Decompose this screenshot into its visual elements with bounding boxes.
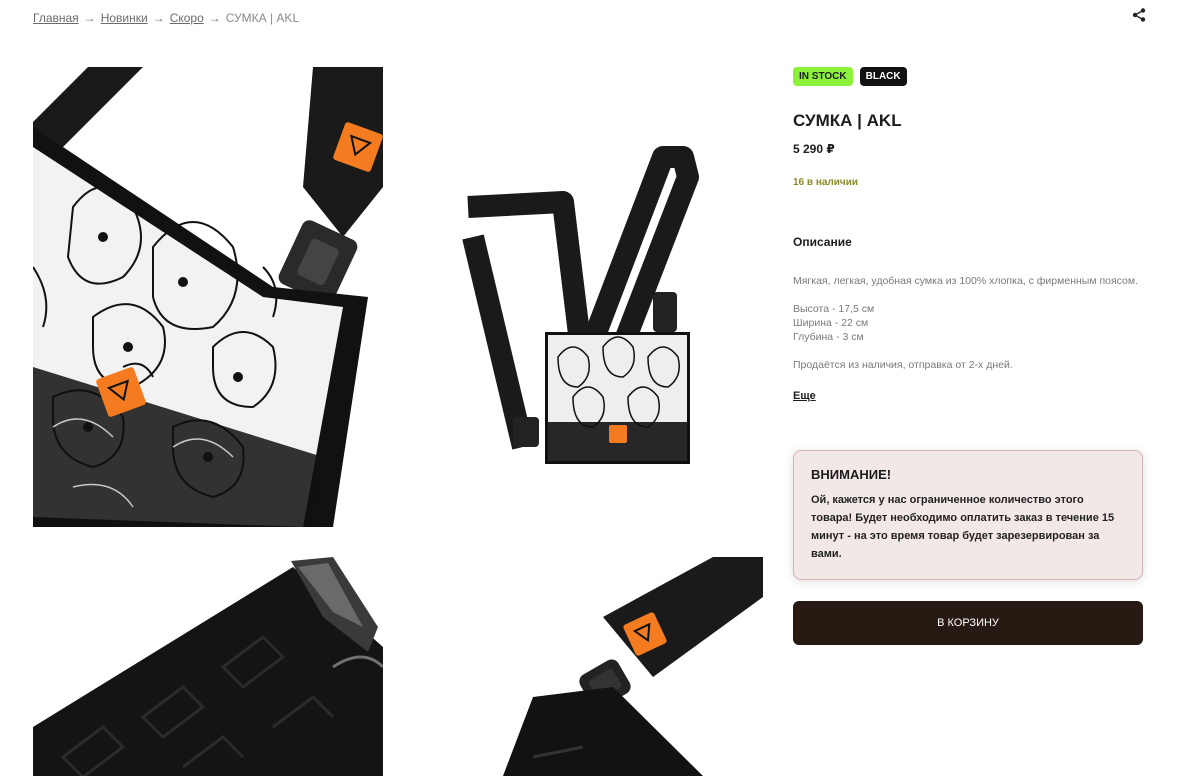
- product-title: СУМКА | AKL: [793, 111, 902, 130]
- description-heading: Описание: [793, 235, 852, 249]
- product-photo-back[interactable]: [413, 557, 763, 776]
- product-photo-front[interactable]: [33, 67, 383, 527]
- breadcrumb-current: СУМКА | AKL: [225, 11, 300, 25]
- product-info: IN STOCK BLACK СУМКА | AKL 5 290 ₽ 16 в …: [793, 67, 1143, 404]
- add-to-cart-button[interactable]: В КОРЗИНУ: [793, 601, 1143, 645]
- breadcrumb-separator: →: [83, 11, 96, 25]
- description-text: Мягкая, легкая, удобная сумка из 100% хл…: [793, 274, 1143, 372]
- alert-title: ВНИМАНИЕ!: [811, 467, 892, 482]
- breadcrumb-separator: →: [152, 11, 165, 25]
- description-shipping: Продаётся из наличия, отправка от 2-х дн…: [793, 359, 1013, 371]
- description-depth: Глубина - 3 см: [793, 331, 864, 343]
- description-line: Мягкая, легкая, удобная сумка из 100% хл…: [793, 275, 1139, 287]
- breadcrumb-link-home[interactable]: Главная: [33, 11, 79, 25]
- badge-row: IN STOCK BLACK: [793, 67, 1143, 86]
- description-width: Ширина - 22 см: [793, 317, 869, 329]
- color-badge: BLACK: [859, 67, 907, 86]
- product-photo-full[interactable]: [413, 67, 763, 527]
- breadcrumb-separator: →: [208, 11, 221, 25]
- breadcrumb: Главная → Новинки → Скоро → СУМКА | AKL: [33, 11, 299, 25]
- product-price: 5 290 ₽: [793, 142, 835, 156]
- limited-stock-alert: ВНИМАНИЕ! Ой, кажется у нас ограниченное…: [793, 450, 1143, 580]
- alert-text: Ой, кажется у нас ограниченное количеств…: [811, 494, 1115, 560]
- share-icon[interactable]: [1131, 7, 1147, 23]
- description-height: Высота - 17,5 см: [793, 303, 875, 315]
- stock-badge: IN STOCK: [793, 67, 853, 86]
- breadcrumb-link-soon[interactable]: Скоро: [170, 11, 204, 25]
- more-link[interactable]: Еще: [793, 390, 816, 402]
- breadcrumb-link-new[interactable]: Новинки: [101, 11, 148, 25]
- product-photo-strap[interactable]: [33, 557, 383, 776]
- availability-count: 16 в наличии: [793, 177, 859, 188]
